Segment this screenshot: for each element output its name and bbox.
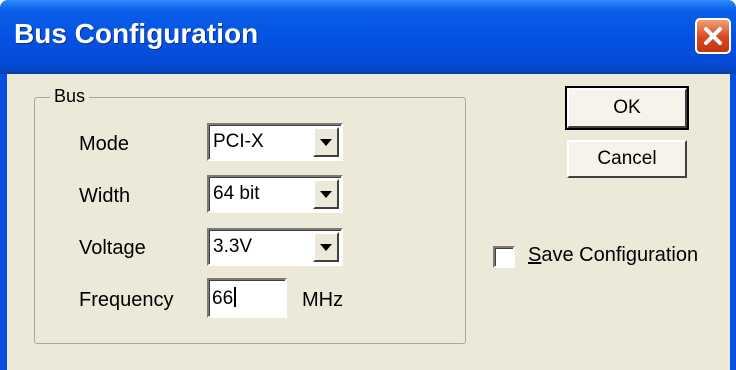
save-configuration-label-rest: ave Configuration [541, 244, 699, 266]
close-x-icon [704, 27, 722, 45]
ok-button[interactable]: OK [565, 86, 689, 130]
frequency-input[interactable]: 66 [207, 278, 287, 318]
save-configuration-checkbox[interactable] [493, 246, 515, 268]
width-dropdown-button[interactable] [313, 179, 339, 209]
chevron-down-icon [320, 190, 332, 198]
width-value: 64 bit [213, 183, 260, 204]
title-bar[interactable]: Bus Configuration [0, 0, 736, 74]
cancel-button[interactable]: Cancel [567, 140, 687, 178]
frequency-value: 66 [212, 288, 234, 309]
text-caret [234, 287, 237, 307]
voltage-value: 3.3V [213, 236, 253, 257]
window-title: Bus Configuration [14, 18, 259, 49]
save-configuration-mnemonic: S [528, 244, 542, 266]
frequency-label: Frequency [79, 289, 174, 311]
save-configuration-label[interactable]: Save Configuration [528, 244, 698, 267]
width-dropdown[interactable]: 64 bit [207, 175, 343, 213]
bus-group-legend: Bus [50, 86, 90, 107]
chevron-down-icon [320, 243, 332, 251]
mode-label: Mode [79, 133, 130, 155]
voltage-label: Voltage [79, 237, 146, 259]
close-button[interactable] [695, 18, 731, 54]
voltage-dropdown[interactable]: 3.3V [207, 228, 343, 266]
mode-value: PCI-X [213, 131, 264, 152]
chevron-down-icon [320, 138, 332, 146]
voltage-dropdown-button[interactable] [313, 232, 339, 262]
mode-dropdown[interactable]: PCI-X [207, 123, 343, 161]
width-label: Width [79, 185, 131, 207]
mode-dropdown-button[interactable] [313, 127, 339, 157]
frequency-unit: MHz [302, 289, 344, 311]
